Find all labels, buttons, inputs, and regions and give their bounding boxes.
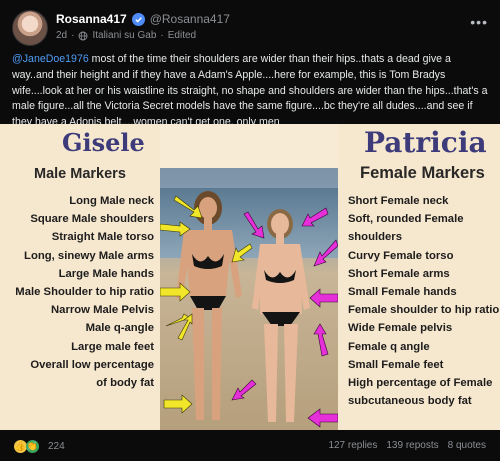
right-subtitle: Female Markers [360, 164, 485, 182]
female-marker-label: High percentage of Female [348, 377, 493, 389]
male-marker-label: Straight Male torso [51, 231, 154, 244]
male-marker-label: Long, sinewy Male arms [24, 249, 154, 262]
female-marker-label: Small Female hands [348, 286, 457, 298]
clap-icon: 👏 [26, 440, 39, 453]
left-subtitle: Male Markers [34, 166, 126, 182]
post-meta: 2d · Italiani su Gab · Edited [56, 30, 196, 41]
reactions[interactable]: 👍 👏 224 [14, 440, 65, 453]
male-marker-label: of body fat [96, 377, 154, 389]
models-figure [160, 191, 338, 428]
replies-count[interactable]: 127 replies [328, 440, 377, 451]
globe-icon [78, 31, 88, 41]
female-marker-label: Curvy Female torso [348, 249, 454, 262]
female-marker-label: Female shoulder to hip ratio [348, 304, 500, 317]
post-text: @JaneDoe1976 most of the time their shou… [12, 52, 490, 131]
female-marker-label: Soft, rounded Female [348, 213, 464, 226]
author-display-name[interactable]: Rosanna417 [56, 12, 127, 26]
female-marker-label: subcutaneous body fat [348, 395, 472, 408]
post-card: Rosanna417 @Rosanna417 2d · Italiani su … [0, 0, 500, 461]
male-marker-label: Large male feet [71, 340, 154, 353]
avatar[interactable] [12, 10, 48, 46]
photo [160, 168, 338, 430]
more-options-icon[interactable]: ••• [470, 14, 488, 30]
female-marker-label: Short Female arms [348, 267, 450, 280]
female-marker-label: Wide Female pelvis [348, 322, 453, 335]
author-handle[interactable]: @Rosanna417 [150, 12, 230, 26]
verified-badge-icon [131, 12, 145, 26]
female-marker-label: Short Female neck [348, 195, 449, 207]
right-panel: Patricia Female Markers Short Female nec… [338, 124, 500, 430]
male-marker-label: Square Male shoulders [30, 213, 154, 226]
male-marker-label: Overall low percentage [30, 358, 154, 371]
post-age[interactable]: 2d [56, 30, 67, 41]
mention-link[interactable]: @JaneDoe1976 [12, 53, 89, 65]
post-image[interactable]: Gisele Male Markers Long Male neck Square… [0, 124, 500, 430]
male-marker-label: Narrow Male Pelvis [51, 304, 154, 317]
edited-label[interactable]: Edited [168, 30, 196, 41]
left-panel: Gisele Male Markers Long Male neck Square… [0, 124, 160, 430]
reaction-count: 224 [48, 441, 65, 452]
female-marker-label: Small Female feet [348, 358, 444, 371]
female-marker-label: shoulders [348, 231, 402, 244]
author-row: Rosanna417 @Rosanna417 [56, 12, 230, 26]
quotes-count[interactable]: 8 quotes [448, 440, 486, 451]
reposts-count[interactable]: 139 reposts [386, 440, 438, 451]
post-footer: 👍 👏 224 127 replies 139 reposts 8 quotes [0, 438, 500, 458]
male-marker-label: Large Male hands [58, 267, 154, 280]
male-marker-label: Male q-angle [85, 322, 154, 335]
male-marker-label: Long Male neck [69, 195, 154, 207]
female-marker-label: Female q angle [348, 340, 430, 353]
meta-separator: · [160, 30, 164, 41]
post-stats: 127 replies 139 reposts 8 quotes [328, 440, 486, 451]
left-title: Gisele [62, 128, 145, 157]
right-title: Patricia [364, 126, 487, 159]
group-link[interactable]: Italiani su Gab [92, 30, 156, 41]
male-marker-label: Male Shoulder to hip ratio [15, 286, 154, 298]
meta-separator: · [71, 30, 75, 41]
